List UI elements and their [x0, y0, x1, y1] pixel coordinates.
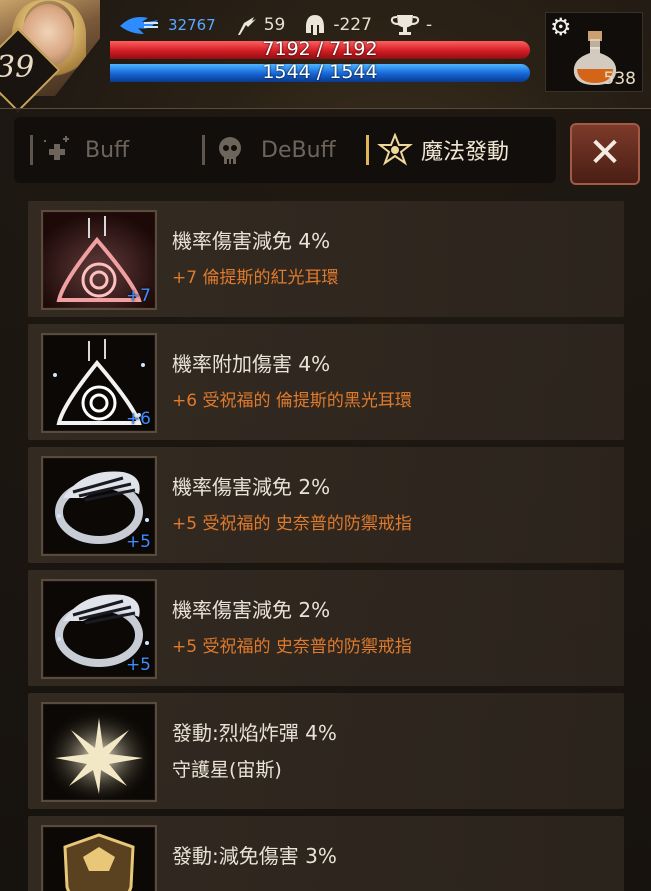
hp-bar: 7192 / 7192 — [110, 38, 530, 60]
ring-icon: +5 — [41, 579, 157, 679]
effect-title: 機率傷害減免 2% — [172, 598, 331, 622]
trophy-stat: - — [390, 13, 432, 37]
tab-debuff-label: DeBuff — [261, 137, 336, 163]
enhance-level: +5 — [125, 655, 151, 675]
tab-buff[interactable]: Buff — [30, 117, 129, 183]
defense-stat: -227 — [303, 13, 372, 37]
tab-magic-label: 魔法發動 — [421, 140, 510, 165]
ring-icon: +5 — [41, 456, 157, 556]
list-item[interactable]: 發動:減免傷害 3% — [28, 816, 624, 891]
exp-value: 32767 — [168, 16, 216, 34]
list-item[interactable]: +5 機率傷害減免 2% +5 受祝福的 史奈普的防禦戒指 — [28, 570, 624, 686]
stats-row: 32767 59 -227 - — [118, 12, 450, 38]
list-item[interactable]: +5 機率傷害減免 2% +5 受祝福的 史奈普的防禦戒指 — [28, 447, 624, 563]
exp-wing-icon — [120, 17, 158, 34]
tab-separator — [30, 135, 33, 165]
star-burst-icon — [41, 702, 157, 802]
magic-star-icon — [377, 133, 413, 166]
effect-title: 發動:烈焰炸彈 4% — [172, 721, 337, 745]
attack-value: 59 — [263, 15, 286, 35]
enhance-level: +6 — [125, 409, 151, 429]
trophy-value: - — [425, 15, 433, 35]
shield-crest-icon — [41, 825, 157, 891]
tab-buff-label: Buff — [85, 137, 130, 163]
potion-slot[interactable]: ⚙ 538 — [545, 12, 643, 92]
attack-stat: 59 — [234, 13, 286, 37]
hp-text: 7192 / 7192 — [262, 38, 378, 60]
close-button[interactable]: ✕ — [570, 123, 640, 185]
buff-panel: Buff DeBuff 魔法發動 ✕ +7 機率傷害減免 4% +7 倫提斯的紅… — [0, 108, 651, 891]
tab-debuff[interactable]: DeBuff — [202, 117, 336, 183]
red-earring-icon: +7 — [41, 210, 157, 310]
mp-text: 1544 / 1544 — [262, 61, 378, 83]
effect-title: 發動:減免傷害 3% — [172, 844, 337, 868]
effect-source: +6 受祝福的 倫提斯的黑光耳環 — [172, 391, 412, 411]
character-level: 39 — [0, 50, 35, 85]
potion-count: 538 — [603, 69, 636, 89]
tab-bar: Buff DeBuff 魔法發動 — [14, 117, 556, 183]
effect-source: +7 倫提斯的紅光耳環 — [172, 268, 339, 288]
sword-icon — [237, 17, 256, 35]
effect-title: 機率附加傷害 4% — [172, 352, 331, 376]
effect-title: 機率傷害減免 2% — [172, 475, 331, 499]
mp-bar: 1544 / 1544 — [110, 61, 530, 83]
tab-magic-activation[interactable]: 魔法發動 — [366, 117, 509, 183]
helmet-icon — [306, 15, 325, 35]
trophy-icon — [390, 15, 420, 35]
effect-title: 機率傷害減免 4% — [172, 229, 331, 253]
effect-source: 守護星(宙斯) — [172, 759, 282, 781]
defense-value: -227 — [333, 15, 372, 35]
effect-list[interactable]: +7 機率傷害減免 4% +7 倫提斯的紅光耳環 +6 機率附加傷害 4% +6… — [28, 201, 624, 891]
enhance-level: +5 — [125, 532, 151, 552]
list-item[interactable]: +7 機率傷害減免 4% +7 倫提斯的紅光耳環 — [28, 201, 624, 317]
skull-icon — [219, 137, 241, 164]
enhance-level: +7 — [125, 286, 151, 306]
exp-stat: 32767 — [118, 14, 216, 36]
tab-separator — [202, 135, 205, 165]
effect-source: +5 受祝福的 史奈普的防禦戒指 — [172, 514, 412, 534]
list-item[interactable]: +6 機率附加傷害 4% +6 受祝福的 倫提斯的黑光耳環 — [28, 324, 624, 440]
effect-source: +5 受祝福的 史奈普的防禦戒指 — [172, 637, 412, 657]
plus-sparkle-icon — [44, 136, 69, 160]
top-hud: 39 32767 59 -227 — [0, 0, 651, 113]
tab-separator — [366, 135, 369, 165]
list-item[interactable]: 發動:烈焰炸彈 4% 守護星(宙斯) — [28, 693, 624, 809]
white-earring-icon: +6 — [41, 333, 157, 433]
